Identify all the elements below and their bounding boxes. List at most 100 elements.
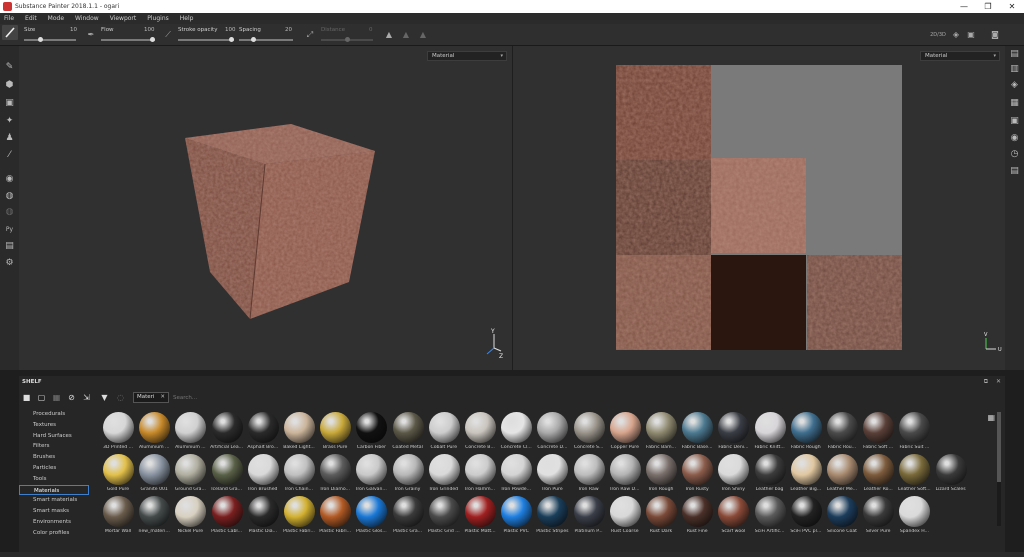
grid-view-icon[interactable]: ▦ [987, 413, 995, 422]
shelf-category-filters[interactable]: Filters [19, 441, 89, 452]
texture-set-settings-icon[interactable]: ▥ [1009, 64, 1020, 75]
new-item-icon[interactable]: ▢ [37, 393, 46, 402]
eraser-icon[interactable]: ✎ [4, 62, 15, 73]
shelf-category-tools[interactable]: Tools [19, 474, 89, 485]
remove-filter-icon[interactable]: ✕ [160, 393, 165, 402]
settings-gear-icon[interactable]: ⚙ [4, 258, 15, 269]
material-sphere [465, 496, 496, 527]
distance-value[interactable]: 0 [369, 27, 373, 33]
stroke-opacity-slider[interactable] [178, 37, 234, 42]
viewport-2d[interactable]: Material ▾ V U [513, 46, 1005, 370]
maximize-button[interactable]: ❐ [976, 0, 1000, 13]
material-label: Lizard Scales [935, 487, 966, 492]
layers-icon[interactable]: ◈ [1009, 80, 1020, 91]
material-sphere [573, 496, 605, 527]
menu-edit[interactable]: Edit [25, 15, 37, 22]
symmetry-radial-icon[interactable]: ▲ [418, 30, 428, 40]
undock-icon[interactable]: ⧉ [984, 378, 988, 385]
spacing-value[interactable]: 20 [285, 27, 292, 33]
bake-icon[interactable]: ◍ [4, 191, 15, 202]
menu-file[interactable]: File [4, 15, 14, 22]
svg-text:V: V [984, 332, 988, 338]
spacing-slider-handle[interactable] [251, 37, 257, 42]
hide-icon[interactable]: ⊘ [67, 393, 76, 402]
shelf-category-environments[interactable]: Environments [19, 517, 89, 528]
saved-search-icon[interactable]: ◌ [116, 393, 125, 402]
cube-view-icon[interactable]: ◈ [951, 30, 961, 40]
history-icon[interactable]: ◷ [1009, 149, 1020, 160]
shelf-category-procedurals[interactable]: Procedurals [19, 409, 89, 420]
pen-pressure-icon[interactable]: ⟋ [163, 30, 173, 40]
shelf-category-brushes[interactable]: Brushes [19, 452, 89, 463]
close-panel-icon[interactable]: ✕ [996, 378, 1001, 385]
menu-help[interactable]: Help [180, 15, 194, 22]
filter-icon[interactable]: ▼ [100, 393, 109, 402]
display-settings-icon[interactable]: ▣ [1009, 116, 1020, 127]
material-label: Iron Hamm... [465, 487, 495, 492]
texture-set-list-icon[interactable]: ▤ [1009, 49, 1020, 60]
material-label: Rust Coarse [611, 529, 639, 534]
flow-value[interactable]: 100 [144, 27, 155, 33]
smudge-icon[interactable]: ✦ [4, 116, 15, 127]
shelf-category-hard-surfaces[interactable]: Hard Surfaces [19, 431, 89, 442]
size-slider[interactable] [24, 37, 76, 42]
material-sphere [790, 454, 822, 485]
import-icon[interactable]: ⇲ [82, 393, 91, 402]
color-picker-icon[interactable]: ⁄ [4, 150, 15, 161]
menu-viewport[interactable]: Viewport [110, 15, 137, 22]
flow-slider[interactable] [101, 37, 155, 42]
material-sphere [682, 496, 714, 527]
flow-slider-handle[interactable] [150, 37, 155, 42]
menu-plugins[interactable]: Plugins [147, 15, 169, 22]
menu-window[interactable]: Window [75, 15, 99, 22]
shelf-category-smart-materials[interactable]: Smart materials [19, 495, 89, 506]
close-button[interactable]: ✕ [1000, 0, 1024, 13]
material-sphere [465, 454, 496, 485]
minimize-button[interactable]: — [952, 0, 976, 13]
stroke-opacity-slider-handle[interactable] [229, 37, 234, 42]
shelf-scrollbar[interactable] [997, 412, 1001, 526]
document-icon[interactable]: ▤ [4, 241, 15, 252]
symmetry-icon[interactable]: ▲ [384, 30, 394, 40]
view-mode-toggle[interactable]: 2D/3D [930, 30, 946, 40]
symmetry-mirror-icon[interactable]: ▲ [401, 30, 411, 40]
material-sphere [175, 496, 207, 527]
iray-icon[interactable]: ◍ [4, 207, 15, 218]
lazy-mouse-icon[interactable]: ⤢ [305, 30, 315, 40]
size-value[interactable]: 10 [70, 27, 77, 33]
shelf-search-input[interactable] [169, 392, 289, 403]
viewport-3d[interactable]: Material ▾ Y Z [19, 46, 512, 370]
material-sphere [646, 412, 677, 443]
shader-settings-icon[interactable]: ◉ [1009, 133, 1020, 144]
menu-mode[interactable]: Mode [48, 15, 64, 22]
shelf-scrollbar-thumb[interactable] [997, 412, 1001, 482]
shelf-category-materials[interactable]: Materials [19, 484, 89, 496]
grid-icon[interactable]: ▦ [52, 393, 61, 402]
material-sphere [646, 454, 677, 485]
screenshot-camera-icon[interactable]: ◙ [990, 30, 1000, 40]
material-label: Fabric Deni... [718, 445, 749, 450]
paint-brush-tool[interactable] [2, 25, 18, 40]
shelf-category-particles[interactable]: Particles [19, 463, 89, 474]
shelf-category-smart-masks[interactable]: Smart masks [19, 506, 89, 517]
properties-icon[interactable]: ▦ [1009, 98, 1020, 109]
shelf-category-color-profiles[interactable]: Color profiles [19, 528, 89, 539]
clone-stamp-icon[interactable]: ♟ [4, 133, 15, 144]
render-icon[interactable]: ◉ [4, 174, 15, 185]
polygon-fill-icon[interactable]: ▣ [4, 98, 15, 109]
material-sphere [392, 412, 424, 443]
python-icon[interactable]: Py [4, 224, 15, 235]
folder-icon[interactable]: ■ [22, 393, 31, 402]
spacing-slider[interactable] [239, 37, 293, 42]
filter-tag[interactable]: Materi ✕ [133, 392, 169, 403]
shelf-category-textures[interactable]: Textures [19, 420, 89, 431]
distance-slider[interactable] [321, 37, 373, 42]
projection-icon[interactable]: ⬢ [4, 80, 15, 91]
stroke-opacity-value[interactable]: 100 [225, 27, 236, 33]
distance-slider-handle[interactable] [344, 37, 350, 42]
log-icon[interactable]: ▤ [1009, 166, 1020, 177]
camera-settings-icon[interactable]: ▣ [966, 30, 976, 40]
material-label: Iron Raw D... [610, 487, 640, 492]
flow-icon[interactable]: ✒ [86, 30, 96, 40]
size-slider-handle[interactable] [38, 37, 44, 42]
